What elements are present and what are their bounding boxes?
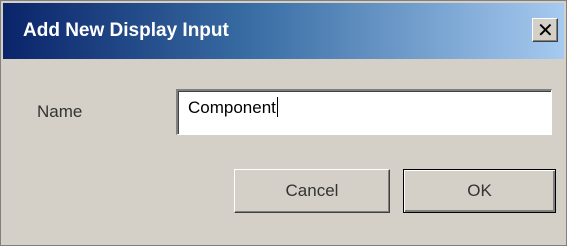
ok-button[interactable]: OK [403,169,556,213]
name-field[interactable]: Component [176,89,552,135]
dialog-title: Add New Display Input [23,20,229,41]
dialog-titlebar[interactable]: Add New Display Input ✕ [3,3,564,59]
add-display-input-dialog: Add New Display Input ✕ Name Component C… [0,0,567,246]
name-label: Name [37,102,83,121]
name-field-value: Component [188,97,278,117]
close-button[interactable]: ✕ [532,18,558,42]
cancel-button[interactable]: Cancel [234,169,390,213]
close-icon: ✕ [537,18,554,42]
text-caret [276,97,278,117]
